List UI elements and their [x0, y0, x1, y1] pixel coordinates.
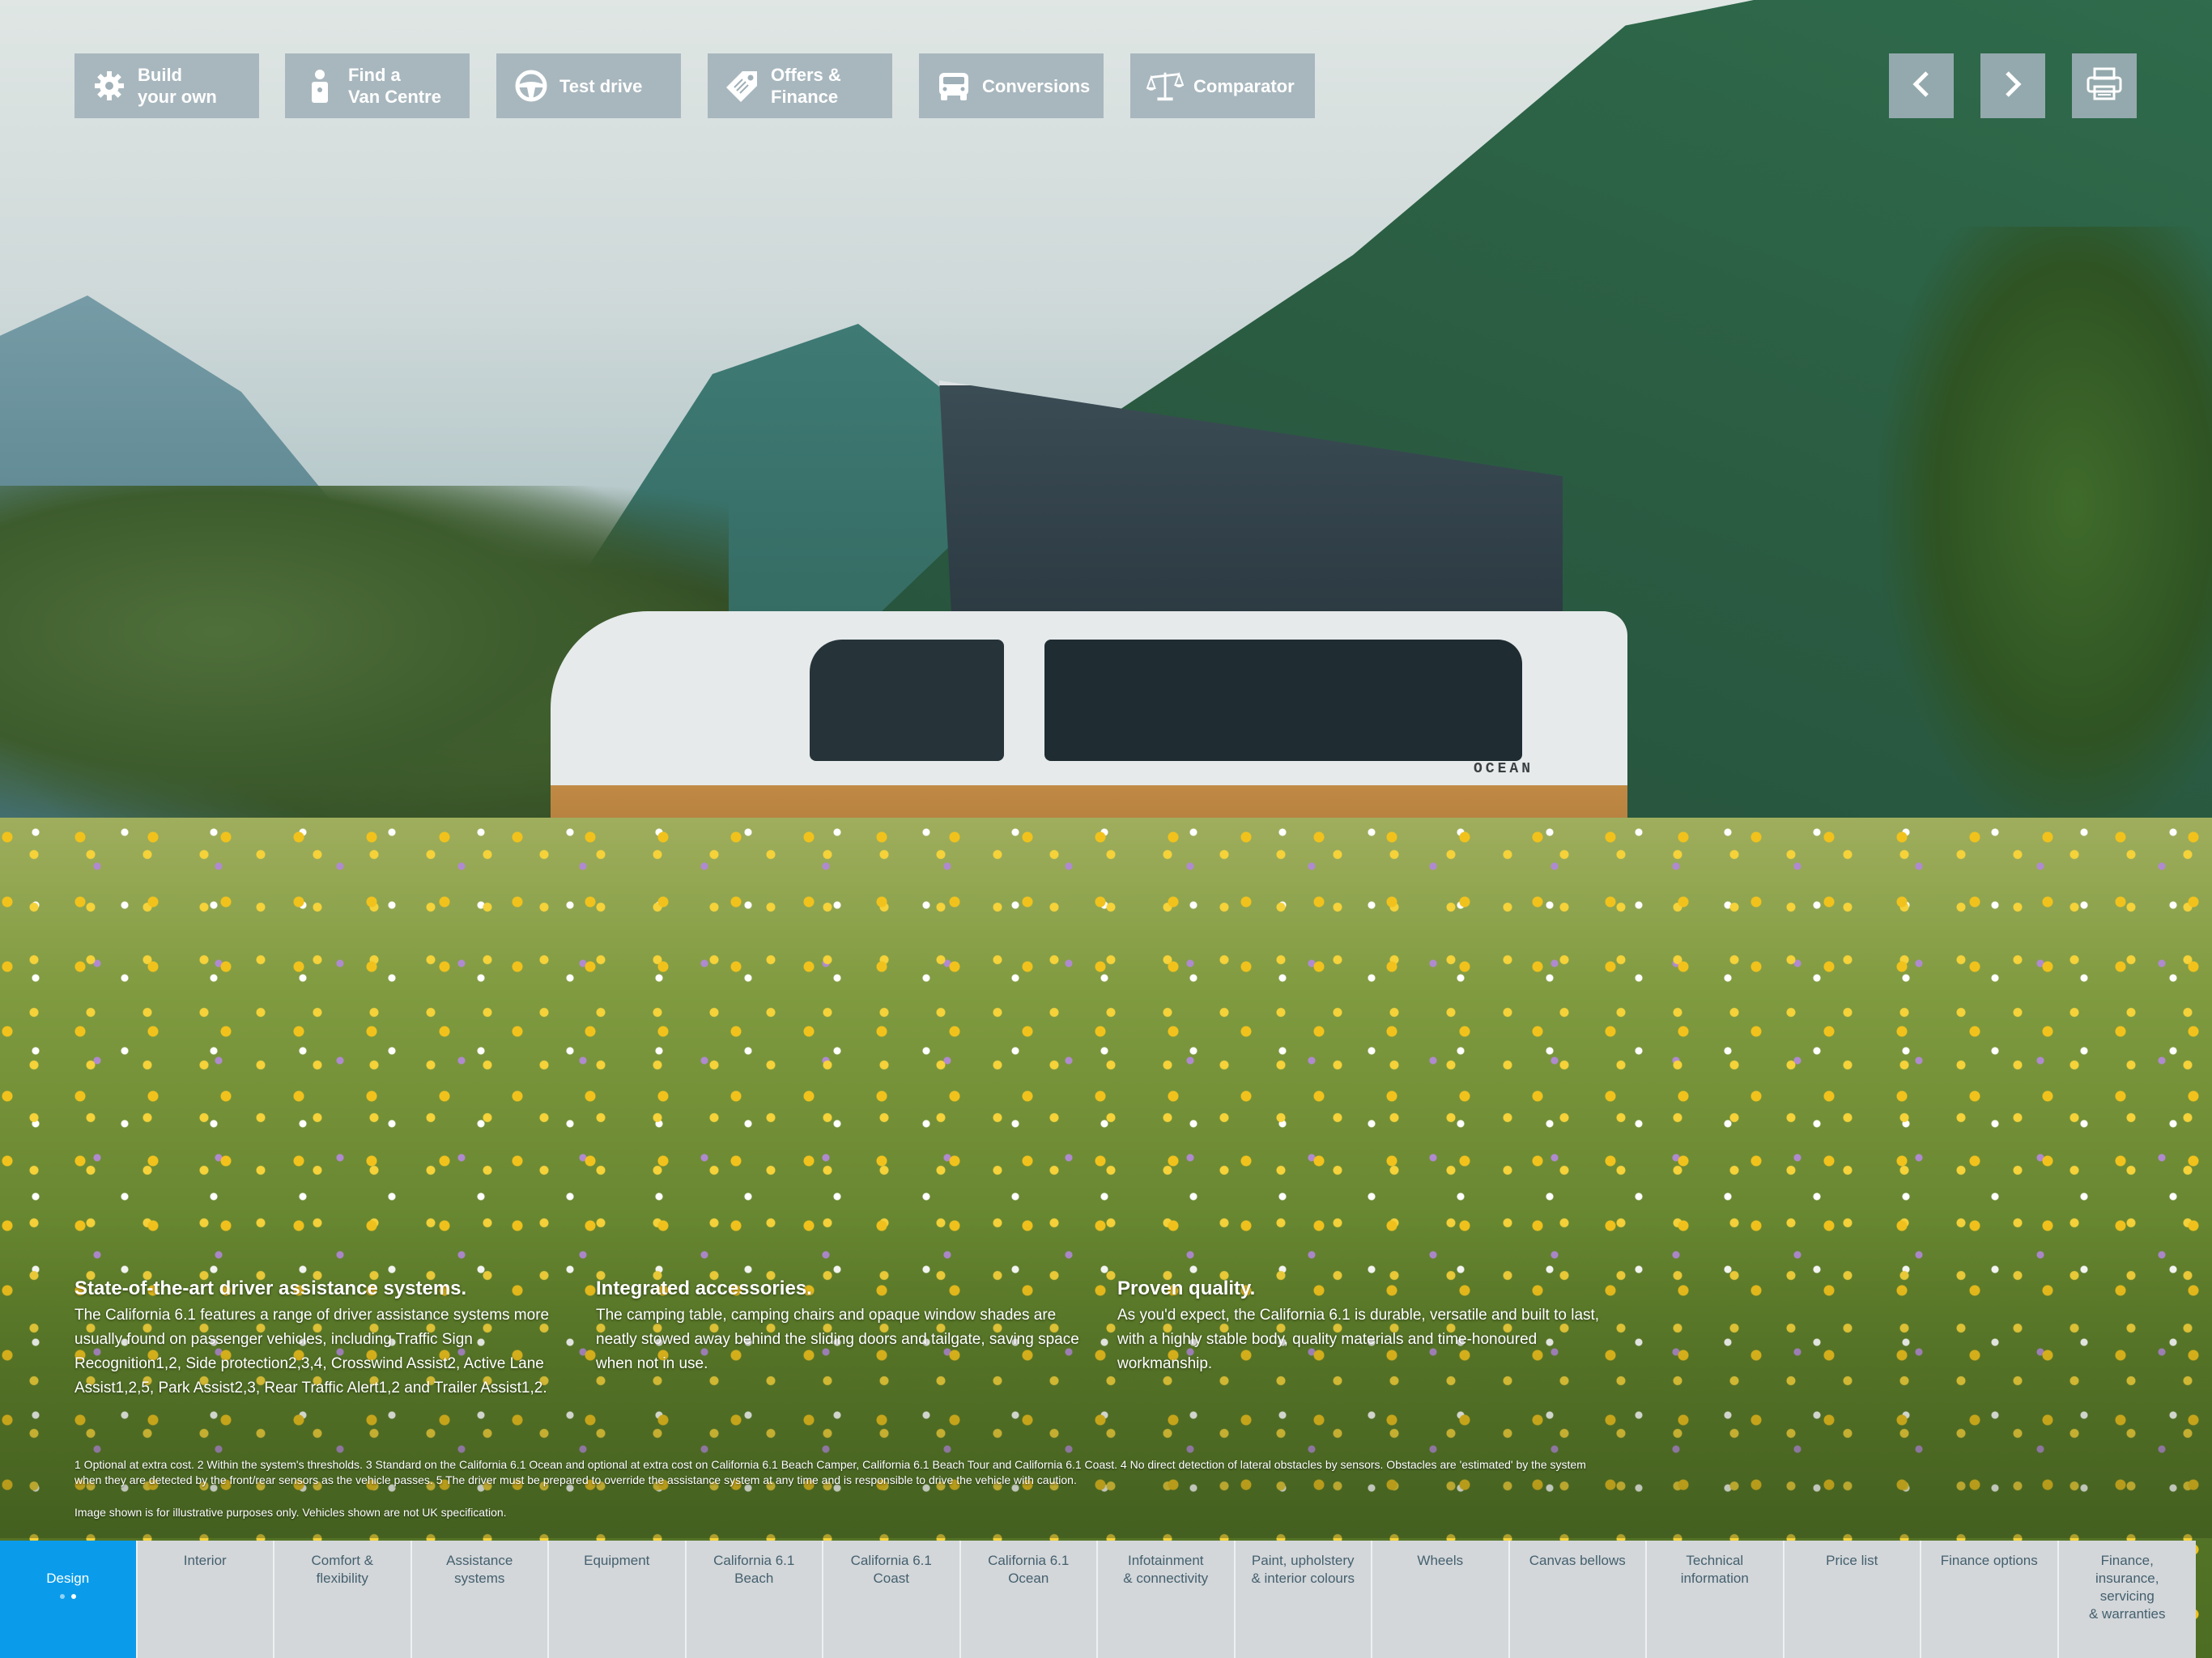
bottom-navigation: Design Interior Comfort & flexibility As… — [0, 1541, 2212, 1658]
nav-tab-finance-insurance[interactable]: Finance, insurance, servicing & warranti… — [2058, 1541, 2196, 1658]
nav-tab-design[interactable]: Design — [0, 1541, 138, 1658]
trees-right — [1878, 227, 2212, 842]
offers-finance-button[interactable]: Offers & Finance — [708, 53, 892, 118]
feature-column-proven-quality: Proven quality. As you'd expect, the Cal… — [1117, 1278, 1619, 1376]
nav-tab-label: California 6.1 Ocean — [988, 1553, 1070, 1586]
nav-tab-california-ocean[interactable]: California 6.1 Ocean — [960, 1541, 1098, 1658]
van-icon — [935, 67, 972, 104]
van-side-windows — [1044, 640, 1522, 761]
nav-tab-label: Infotainment & connectivity — [1123, 1553, 1209, 1586]
nav-tab-label: Paint, upholstery & interior colours — [1251, 1553, 1355, 1586]
nav-tab-assistance-systems[interactable]: Assistance systems — [411, 1541, 549, 1658]
nav-tab-infotainment[interactable]: Infotainment & connectivity — [1098, 1541, 1236, 1658]
price-tag-icon — [724, 67, 761, 104]
nav-tab-label: Wheels — [1417, 1553, 1464, 1568]
test-drive-label: Test drive — [559, 75, 643, 96]
feature-title: State-of-the-art driver assistance syste… — [74, 1278, 467, 1299]
person-icon — [301, 67, 338, 104]
find-van-centre-button[interactable]: Find a Van Centre — [285, 53, 470, 118]
nav-tab-label: Interior — [183, 1553, 227, 1568]
nav-tab-label: Design — [46, 1571, 90, 1586]
nav-tab-label: California 6.1 Beach — [713, 1553, 795, 1586]
nav-tab-technical-information[interactable]: Technical information — [1647, 1541, 1784, 1658]
footnotes: 1 Optional at extra cost. 2 Within the s… — [74, 1458, 1586, 1486]
test-drive-button[interactable]: Test drive — [496, 53, 681, 118]
pop-up-roof — [939, 380, 1563, 620]
nav-tab-canvas-bellows[interactable]: Canvas bellows — [1509, 1541, 1647, 1658]
chevron-left-icon — [1909, 70, 1933, 103]
nav-tab-paint-upholstery[interactable]: Paint, upholstery & interior colours — [1235, 1541, 1372, 1658]
print-button[interactable] — [2072, 53, 2137, 118]
nav-tab-label: Equipment — [584, 1553, 650, 1568]
hero-image: OCEAN — [0, 0, 2212, 1658]
nav-tab-wheels[interactable]: Wheels — [1372, 1541, 1510, 1658]
feature-column-driver-assistance: State-of-the-art driver assistance syste… — [74, 1278, 576, 1401]
chevron-right-icon — [2001, 70, 2025, 103]
page-dot-current[interactable] — [70, 1594, 76, 1599]
nav-tab-finance-options[interactable]: Finance options — [1921, 1541, 2059, 1658]
nav-tab-label: Price list — [1826, 1553, 1878, 1568]
nav-tab-label: Canvas bellows — [1529, 1553, 1626, 1568]
feature-title: Integrated accessories. — [596, 1278, 812, 1299]
nav-tab-interior[interactable]: Interior — [137, 1541, 274, 1658]
conversions-label: Conversions — [982, 75, 1091, 96]
nav-tab-label: Finance, insurance, servicing & warranti… — [2089, 1553, 2166, 1622]
nav-tab-price-list[interactable]: Price list — [1784, 1541, 1921, 1658]
nav-tab-california-coast[interactable]: California 6.1 Coast — [823, 1541, 961, 1658]
scales-icon — [1146, 67, 1184, 104]
page-indicator — [5, 1594, 131, 1599]
feature-body: The camping table, camping chairs and op… — [596, 1307, 1079, 1372]
previous-page-button[interactable] — [1889, 53, 1954, 118]
next-page-button[interactable] — [1980, 53, 2045, 118]
nav-tab-label: Technical information — [1680, 1553, 1749, 1586]
vehicle-badge: OCEAN — [1474, 761, 1534, 777]
offers-finance-label: Offers & Finance — [771, 65, 841, 107]
build-your-own-label: Build your own — [138, 65, 217, 107]
comparator-label: Comparator — [1193, 75, 1295, 96]
feature-column-integrated-accessories: Integrated accessories. The camping tabl… — [596, 1278, 1098, 1376]
nav-tab-label: Assistance systems — [446, 1553, 513, 1586]
feature-title: Proven quality. — [1117, 1278, 1256, 1299]
nav-tab-comfort-flexibility[interactable]: Comfort & flexibility — [274, 1541, 412, 1658]
printer-icon — [2086, 67, 2123, 105]
find-van-centre-label: Find a Van Centre — [348, 65, 441, 107]
comparator-button[interactable]: Comparator — [1130, 53, 1315, 118]
feature-body: As you'd expect, the California 6.1 is d… — [1117, 1307, 1600, 1372]
nav-tab-label: Finance options — [1940, 1553, 2038, 1568]
build-your-own-button[interactable]: Build your own — [74, 53, 259, 118]
top-toolbar: Build your own Find a Van Centre Test dr… — [0, 0, 2212, 130]
gear-icon — [91, 67, 128, 104]
feature-body: The California 6.1 features a range of d… — [74, 1307, 550, 1397]
nav-tab-label: Comfort & flexibility — [311, 1553, 374, 1586]
image-disclaimer: Image shown is for illustrative purposes… — [74, 1506, 507, 1519]
nav-tab-label: California 6.1 Coast — [850, 1553, 932, 1586]
nav-tab-california-beach[interactable]: California 6.1 Beach — [686, 1541, 823, 1658]
conversions-button[interactable]: Conversions — [919, 53, 1104, 118]
nav-tab-equipment[interactable]: Equipment — [549, 1541, 687, 1658]
steering-wheel-icon — [513, 67, 550, 104]
page-dot[interactable] — [59, 1594, 65, 1599]
van-front-window — [810, 640, 1004, 761]
